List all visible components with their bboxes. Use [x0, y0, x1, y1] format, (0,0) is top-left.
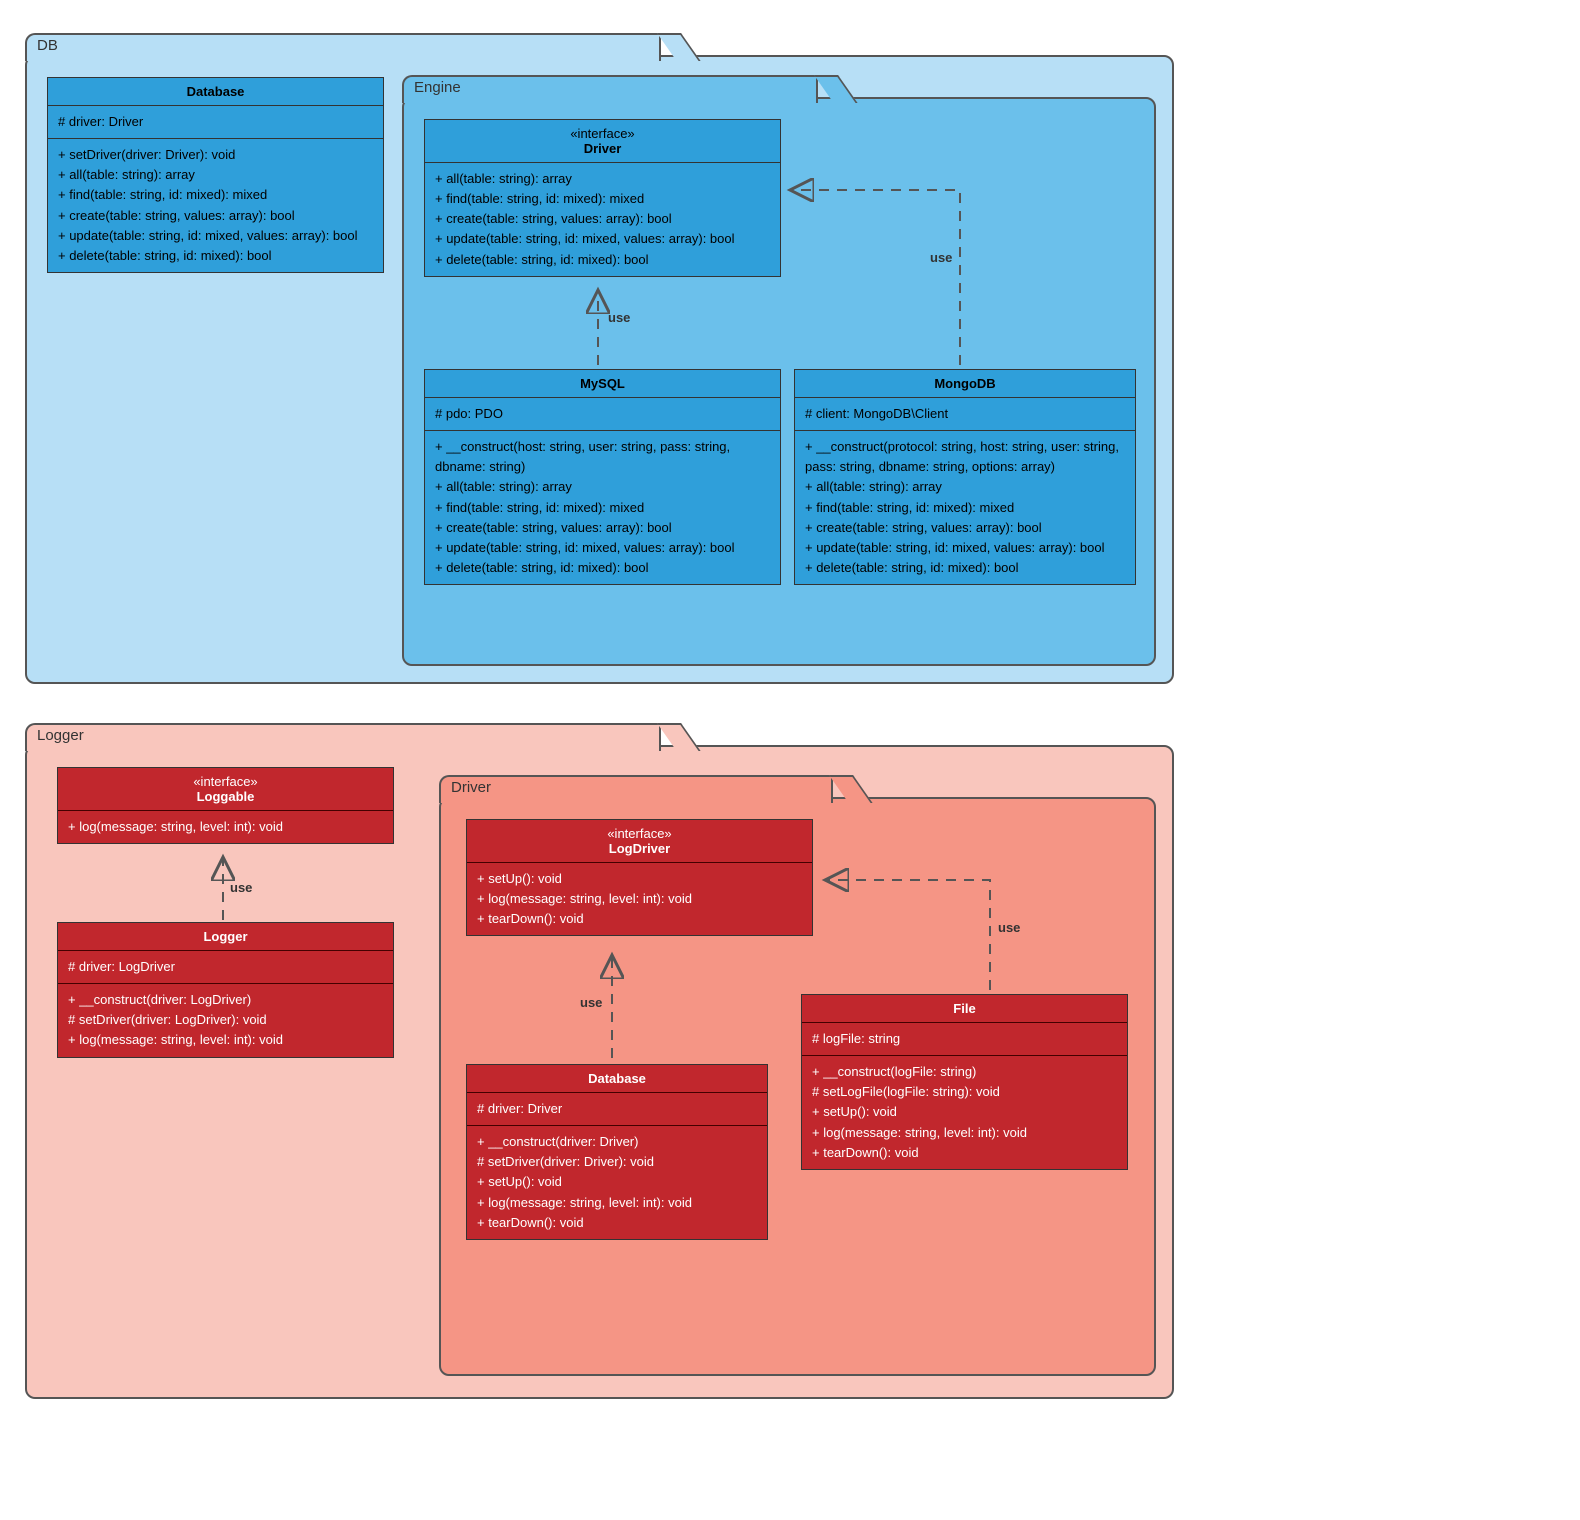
class-logdriver: «interface»LogDriver + setUp(): void+ lo…: [466, 819, 813, 936]
use-label: use: [230, 880, 252, 895]
package-db: DB Database # driver: Driver + setDriver…: [25, 55, 1174, 684]
use-label: use: [608, 310, 630, 325]
package-driver-tab: Driver: [439, 775, 833, 803]
package-engine-tab: Engine: [402, 75, 818, 103]
class-name: LogDriver: [609, 841, 670, 856]
package-db-label: DB: [37, 37, 58, 54]
package-engine-label: Engine: [414, 79, 461, 96]
class-name: Driver: [584, 141, 622, 156]
class-attrs: # client: MongoDB\Client: [795, 398, 1135, 431]
class-ops: + __construct(driver: LogDriver)# setDri…: [58, 984, 393, 1056]
package-db-tab: DB: [25, 33, 661, 61]
class-file: File # logFile: string + __construct(log…: [801, 994, 1128, 1170]
class-title: Logger: [58, 923, 393, 951]
class-title: «interface»LogDriver: [467, 820, 812, 863]
package-driver: Driver «interface»LogDriver + setUp(): v…: [439, 797, 1156, 1376]
class-database: Database # driver: Driver + setDriver(dr…: [47, 77, 384, 273]
stereotype: «interface»: [193, 774, 257, 789]
class-title: Database: [467, 1065, 767, 1093]
use-label: use: [930, 250, 952, 265]
package-logger: Logger «interface»Loggable + log(message…: [25, 745, 1174, 1399]
class-title: «interface»Driver: [425, 120, 780, 163]
class-ops: + log(message: string, level: int): void: [58, 811, 393, 843]
class-name: Loggable: [197, 789, 255, 804]
package-engine: Engine «interface»Driver + all(table: st…: [402, 97, 1156, 666]
class-mongodb: MongoDB # client: MongoDB\Client + __con…: [794, 369, 1136, 585]
class-attrs: # driver: Driver: [48, 106, 383, 139]
class-attrs: # pdo: PDO: [425, 398, 780, 431]
class-attrs: # driver: LogDriver: [58, 951, 393, 984]
class-title: MySQL: [425, 370, 780, 398]
class-ops: + __construct(logFile: string)# setLogFi…: [802, 1056, 1127, 1169]
class-ops: + __construct(driver: Driver)# setDriver…: [467, 1126, 767, 1239]
class-mysql: MySQL # pdo: PDO + __construct(host: str…: [424, 369, 781, 585]
package-driver-label: Driver: [451, 779, 491, 796]
class-title: «interface»Loggable: [58, 768, 393, 811]
class-title: File: [802, 995, 1127, 1023]
use-label: use: [580, 995, 602, 1010]
stereotype: «interface»: [607, 826, 671, 841]
class-attrs: # logFile: string: [802, 1023, 1127, 1056]
class-ops: + __construct(host: string, user: string…: [425, 431, 780, 584]
class-title: Database: [48, 78, 383, 106]
stereotype: «interface»: [570, 126, 634, 141]
package-logger-tab: Logger: [25, 723, 661, 751]
class-ops: + __construct(protocol: string, host: st…: [795, 431, 1135, 584]
class-ops: + setDriver(driver: Driver): void+ all(t…: [48, 139, 383, 272]
class-ops: + all(table: string): array+ find(table:…: [425, 163, 780, 276]
class-log-database: Database # driver: Driver + __construct(…: [466, 1064, 768, 1240]
class-loggable: «interface»Loggable + log(message: strin…: [57, 767, 394, 844]
class-logger: Logger # driver: LogDriver + __construct…: [57, 922, 394, 1058]
package-logger-label: Logger: [37, 727, 84, 744]
class-title: MongoDB: [795, 370, 1135, 398]
class-ops: + setUp(): void+ log(message: string, le…: [467, 863, 812, 935]
use-label: use: [998, 920, 1020, 935]
class-driver: «interface»Driver + all(table: string): …: [424, 119, 781, 277]
class-attrs: # driver: Driver: [467, 1093, 767, 1126]
